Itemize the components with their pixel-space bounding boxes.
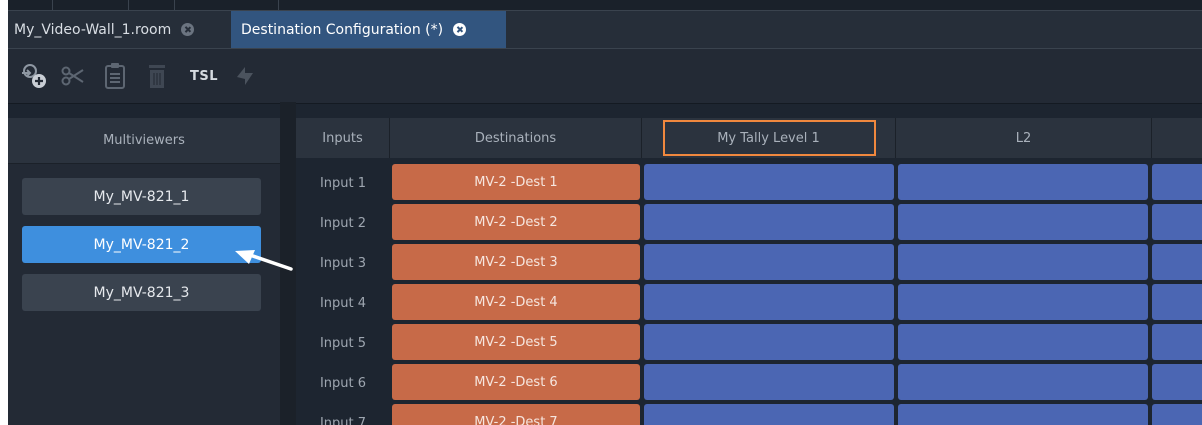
tally-cell[interactable] [644,364,894,400]
row-input-label: Input 7 [319,415,367,425]
top-strip [8,0,1202,10]
tally-cell[interactable] [1152,164,1202,200]
tally-cell[interactable] [898,244,1148,280]
tally-cell[interactable] [1152,404,1202,425]
tab-label: Destination Configuration (*) [241,21,444,38]
cut-button[interactable] [58,61,88,91]
destination-cell[interactable]: MV-2 -Dest 2 [392,204,640,240]
row-input-label: Input 2 [319,215,367,231]
tally-cell[interactable] [898,364,1148,400]
clipboard-icon [105,63,125,89]
add-destination-button[interactable] [18,61,54,91]
tally-cell[interactable] [898,324,1148,360]
column-header-destinations: Destinations [390,118,642,158]
row-input-label: Input 3 [319,255,367,271]
destination-cell[interactable]: MV-2 -Dest 3 [392,244,640,280]
tally-cell[interactable] [898,204,1148,240]
highlight-box [663,120,876,156]
tally-cell[interactable] [1152,244,1202,280]
toolbar: TSL [8,48,1202,104]
row-input-label: Input 5 [319,335,367,351]
add-destination-icon [22,64,46,88]
tally-cell[interactable] [644,164,894,200]
destination-grid: Inputs Destinations My Tally Level 1 L2 … [296,118,1202,425]
tally-cell[interactable] [644,204,894,240]
tally-cell[interactable] [644,284,894,320]
pointer-arrow-icon [235,250,293,271]
paste-button[interactable] [100,61,130,91]
destination-cell[interactable]: MV-2 -Dest 6 [392,364,640,400]
multiviewer-item-1[interactable]: My_MV-821_1 [22,178,261,215]
scissors-icon [61,66,84,86]
tally-cell[interactable] [644,244,894,280]
tally-cell[interactable] [898,164,1148,200]
multiviewer-item-3[interactable]: My_MV-821_3 [22,274,261,311]
delete-button[interactable] [142,61,172,91]
row-input-label: Input 1 [319,175,367,191]
column-header-l2[interactable]: L2 [896,118,1152,158]
app-window: My_Video-Wall_1.room Destination Configu… [8,0,1202,425]
column-header-inputs: Inputs [296,118,390,158]
close-icon[interactable] [453,23,467,36]
tally-cell[interactable] [898,284,1148,320]
tsl-button[interactable]: TSL [184,61,224,91]
refresh-icon [237,67,253,85]
tally-cell[interactable] [1152,284,1202,320]
destination-cell[interactable]: MV-2 -Dest 5 [392,324,640,360]
tally-cell[interactable] [1152,364,1202,400]
tally-cell[interactable] [1152,204,1202,240]
refresh-button[interactable] [230,61,260,91]
row-input-label: Input 4 [319,295,367,311]
multiviewer-item-2[interactable]: My_MV-821_2 [22,226,261,263]
tab-bar: My_Video-Wall_1.room Destination Configu… [8,10,1202,48]
tally-cell[interactable] [1152,324,1202,360]
trash-icon [149,65,165,88]
column-header-next [1152,118,1202,158]
tally-cell[interactable] [644,324,894,360]
row-input-label: Input 6 [319,375,367,391]
tab-label: My_Video-Wall_1.room [14,21,172,38]
multiviewers-header: Multiviewers [8,118,280,164]
close-icon[interactable] [181,23,195,36]
destination-cell[interactable]: MV-2 -Dest 1 [392,164,640,200]
tally-cell[interactable] [898,404,1148,425]
destination-cell[interactable]: MV-2 -Dest 7 [392,404,640,425]
tab-destination-configuration[interactable]: Destination Configuration (*) [231,11,506,48]
tab-video-wall-room[interactable]: My_Video-Wall_1.room [8,11,226,48]
tally-cell[interactable] [644,404,894,425]
destination-cell[interactable]: MV-2 -Dest 4 [392,284,640,320]
